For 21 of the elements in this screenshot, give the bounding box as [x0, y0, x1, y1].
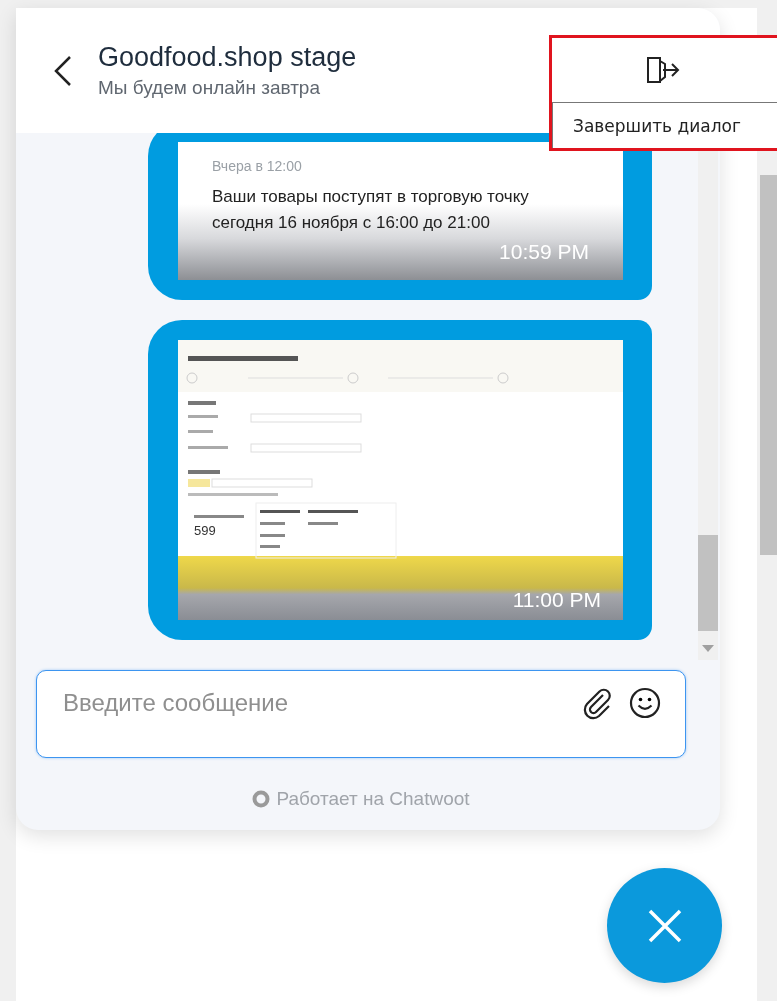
- status-text: Мы будем онлайн завтра: [98, 77, 321, 99]
- message-field[interactable]: Введите сообщение: [36, 670, 686, 758]
- scrollbar-thumb[interactable]: [760, 175, 777, 555]
- scrollbar-thumb[interactable]: [698, 535, 718, 631]
- message-input[interactable]: Введите сообщение: [61, 688, 567, 718]
- message-date: Вчера в 12:00: [212, 158, 303, 174]
- close-icon: [646, 907, 683, 944]
- message-text: Ваши товары поступят в торговую точку сегодня 16 ноября с 16:00 до 21:00: [212, 186, 530, 234]
- exit-door-icon: [645, 55, 681, 85]
- message-time: 11:00 PM: [512, 588, 601, 612]
- logo-icon: [252, 790, 271, 808]
- smiley-icon: [629, 687, 661, 719]
- chat-title: Goodfood.shop stage: [98, 42, 357, 73]
- emoji-button[interactable]: [629, 687, 661, 719]
- message-time: 10:59 PM: [498, 240, 589, 264]
- screenshot-image[interactable]: 599 11:00 PM: [178, 340, 623, 620]
- tooltip-text: Завершить диалог: [552, 102, 777, 148]
- back-button[interactable]: [52, 53, 74, 88]
- metric-value: 599: [194, 523, 216, 538]
- branding-text: Работает на Chatwoot: [276, 788, 470, 810]
- scroll-down-icon[interactable]: [702, 645, 714, 652]
